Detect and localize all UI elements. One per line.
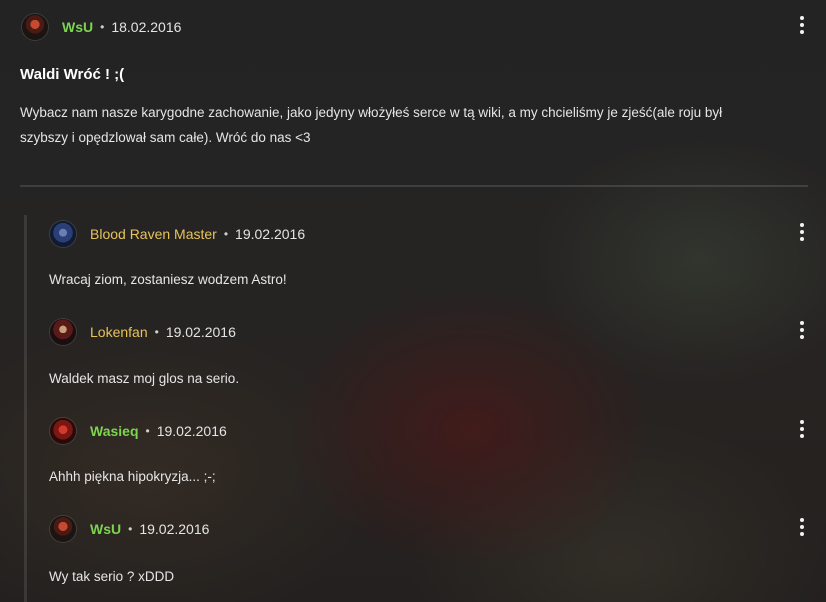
comment-meta: Wasieq • 19.02.2016 — [50, 417, 227, 445]
comment-date[interactable]: 19.02.2016 — [157, 423, 227, 439]
author-name[interactable]: WsU — [62, 19, 93, 35]
comment-body: Wy tak serio ? xDDD — [49, 569, 175, 584]
comment-body: Waldek masz moj glos na serio. — [49, 371, 240, 386]
blood-raven-avatar-icon[interactable] — [50, 221, 76, 247]
author-name[interactable]: Blood Raven Master — [90, 226, 217, 242]
comment-meta: WsU • 18.02.2016 — [22, 13, 181, 41]
main-comment: WsU • 18.02.2016 Waldi Wróć ! ;( Wybacz … — [0, 0, 826, 186]
reply-comment: Wasieq • 19.02.2016 Ahhh piękna hipokryz… — [0, 417, 826, 507]
comment-date[interactable]: 19.02.2016 — [166, 324, 236, 340]
warrior-avatar-icon[interactable] — [22, 14, 48, 40]
thread-divider — [20, 185, 808, 187]
separator-dot: • — [145, 424, 150, 438]
author-name[interactable]: Wasieq — [90, 423, 139, 439]
author-name[interactable]: Lokenfan — [90, 324, 148, 340]
comment-date[interactable]: 19.02.2016 — [235, 226, 305, 242]
separator-dot: • — [100, 20, 105, 34]
warrior-avatar-icon[interactable] — [50, 516, 76, 542]
comment-body-line: szybszy i opędzlował sam całe). Wróć do … — [20, 130, 311, 145]
comment-body-line: Wybacz nam nasze karygodne zachowanie, j… — [20, 105, 723, 120]
more-vertical-icon[interactable] — [796, 14, 808, 36]
reply-comment: Blood Raven Master • 19.02.2016 Wracaj z… — [0, 220, 826, 310]
comment-body: Wracaj ziom, zostaniesz wodzem Astro! — [49, 272, 287, 287]
lokenfan-avatar-icon[interactable] — [50, 319, 76, 345]
more-vertical-icon[interactable] — [796, 221, 808, 243]
author-name[interactable]: WsU — [90, 521, 121, 537]
comment-thread: WsU • 18.02.2016 Waldi Wróć ! ;( Wybacz … — [0, 0, 826, 602]
more-vertical-icon[interactable] — [796, 319, 808, 341]
separator-dot: • — [223, 227, 229, 241]
separator-dot: • — [154, 325, 159, 339]
comment-date[interactable]: 18.02.2016 — [111, 19, 181, 35]
comment-meta: WsU • 19.02.2016 — [50, 515, 209, 543]
comment-meta: Lokenfan • 19.02.2016 — [50, 318, 236, 346]
separator-dot: • — [128, 522, 133, 536]
wasieq-avatar-icon[interactable] — [50, 418, 76, 444]
comment-body: Wybacz nam nasze karygodne zachowanie, j… — [20, 100, 810, 150]
comment-date[interactable]: 19.02.2016 — [139, 521, 209, 537]
reply-comment: Lokenfan • 19.02.2016 Waldek masz moj gl… — [0, 318, 826, 408]
reply-comment: WsU • 19.02.2016 Wy tak serio ? xDDD — [0, 515, 826, 602]
more-vertical-icon[interactable] — [796, 418, 808, 440]
more-vertical-icon[interactable] — [796, 516, 808, 538]
comment-title: Waldi Wróć ! ;( — [20, 66, 125, 83]
comment-body: Ahhh piękna hipokryzja... ;-; — [49, 469, 216, 484]
comment-meta: Blood Raven Master • 19.02.2016 — [50, 220, 305, 248]
